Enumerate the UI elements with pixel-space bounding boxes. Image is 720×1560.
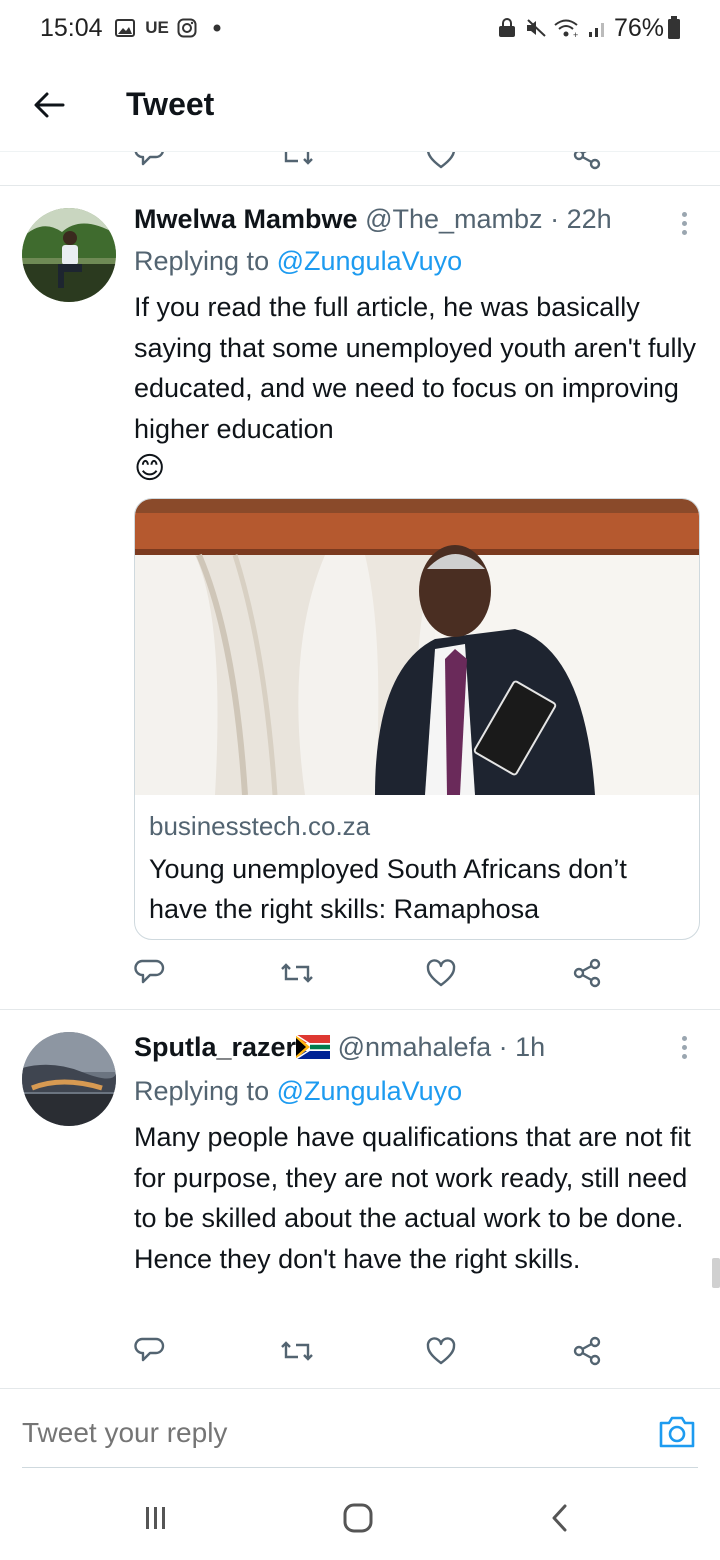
instagram-icon <box>176 14 198 42</box>
tweet-body: If you read the full article, he was bas… <box>134 292 696 444</box>
card-title: Young unemployed South Africans don’t ha… <box>149 854 627 924</box>
smiling-emoji: 😊 <box>134 452 166 485</box>
lock-icon <box>496 14 518 42</box>
display-name[interactable]: Mwelwa Mambwe <box>134 204 358 234</box>
back-arrow-icon[interactable] <box>26 82 72 128</box>
tweet-header: Mwelwa Mambwe @The_mambz · 22h <box>134 204 612 235</box>
battery-percent: 76% <box>614 14 665 42</box>
camera-icon[interactable] <box>656 1411 698 1453</box>
replying-to: Replying to @ZungulaVuyo <box>134 1076 462 1107</box>
avatar[interactable] <box>22 1032 116 1126</box>
like-icon[interactable] <box>424 956 458 990</box>
replying-to-label: Replying to <box>134 1076 270 1106</box>
recents-icon[interactable] <box>136 1498 176 1538</box>
more-options-icon[interactable] <box>672 1030 696 1064</box>
signal-icon <box>586 14 610 42</box>
more-options-icon[interactable] <box>672 206 696 240</box>
share-icon[interactable] <box>570 956 604 990</box>
south-africa-flag-icon <box>295 1034 331 1066</box>
article-image[interactable] <box>135 499 699 795</box>
tweet-header: Sputla_razer @nmahalefa · 1h <box>134 1032 545 1066</box>
tweet-actions <box>0 1334 720 1374</box>
mention-link[interactable]: @ZungulaVuyo <box>277 1076 463 1106</box>
top-app-bar: Tweet <box>0 60 720 152</box>
display-name[interactable]: Sputla_razer <box>134 1032 296 1062</box>
share-icon[interactable] <box>570 152 604 172</box>
tweet-reply-1[interactable]: Mwelwa Mambwe @The_mambz · 22h Replying … <box>0 186 720 1010</box>
share-icon[interactable] <box>570 1334 604 1368</box>
home-icon[interactable] <box>338 1498 378 1538</box>
retweet-icon[interactable] <box>280 956 314 990</box>
replying-to: Replying to @ZungulaVuyo <box>134 246 462 277</box>
mute-icon <box>524 14 548 42</box>
status-bar: 15:04 UE + 76% <box>0 0 720 60</box>
tweet-actions <box>0 956 720 996</box>
handle[interactable]: @nmahalefa <box>338 1032 492 1062</box>
status-time: 15:04 <box>40 14 103 42</box>
card-domain: businesstech.co.za <box>149 811 371 841</box>
reply-icon[interactable] <box>133 956 167 990</box>
wifi-icon: + <box>552 14 582 42</box>
tweet-text: If you read the full article, he was bas… <box>134 287 704 490</box>
tweet-reply-2[interactable]: Sputla_razer @nmahalefa · 1h Replying to… <box>0 1010 720 1388</box>
back-icon[interactable] <box>540 1498 580 1538</box>
svg-text:+: + <box>573 30 578 38</box>
timestamp[interactable]: 1h <box>515 1032 545 1062</box>
reply-underline <box>22 1467 698 1468</box>
link-card[interactable]: businesstech.co.za Young unemployed Sout… <box>134 498 700 940</box>
reply-composer <box>0 1388 720 1478</box>
replying-to-label: Replying to <box>134 246 270 276</box>
dot-icon <box>210 14 224 42</box>
tweet-text: Many people have qualifications that are… <box>134 1122 691 1274</box>
like-icon[interactable] <box>424 152 458 172</box>
reply-input[interactable] <box>22 1417 622 1449</box>
scrollbar[interactable] <box>712 1258 720 1288</box>
system-nav-bar <box>0 1478 720 1560</box>
timestamp[interactable]: 22h <box>567 204 612 234</box>
reply-icon[interactable] <box>133 152 167 172</box>
carrier-label: UE <box>145 18 169 37</box>
separator: · <box>498 1032 508 1062</box>
page-title: Tweet <box>126 86 215 122</box>
retweet-icon[interactable] <box>280 1334 314 1368</box>
battery-icon <box>666 14 682 42</box>
avatar[interactable] <box>22 208 116 302</box>
like-icon[interactable] <box>424 1334 458 1368</box>
gallery-icon <box>114 14 136 42</box>
mention-link[interactable]: @ZungulaVuyo <box>277 246 463 276</box>
separator: · <box>550 204 560 234</box>
previous-tweet-actions <box>0 152 720 186</box>
reply-icon[interactable] <box>133 1334 167 1368</box>
retweet-icon[interactable] <box>280 152 314 172</box>
handle[interactable]: @The_mambz <box>365 204 542 234</box>
